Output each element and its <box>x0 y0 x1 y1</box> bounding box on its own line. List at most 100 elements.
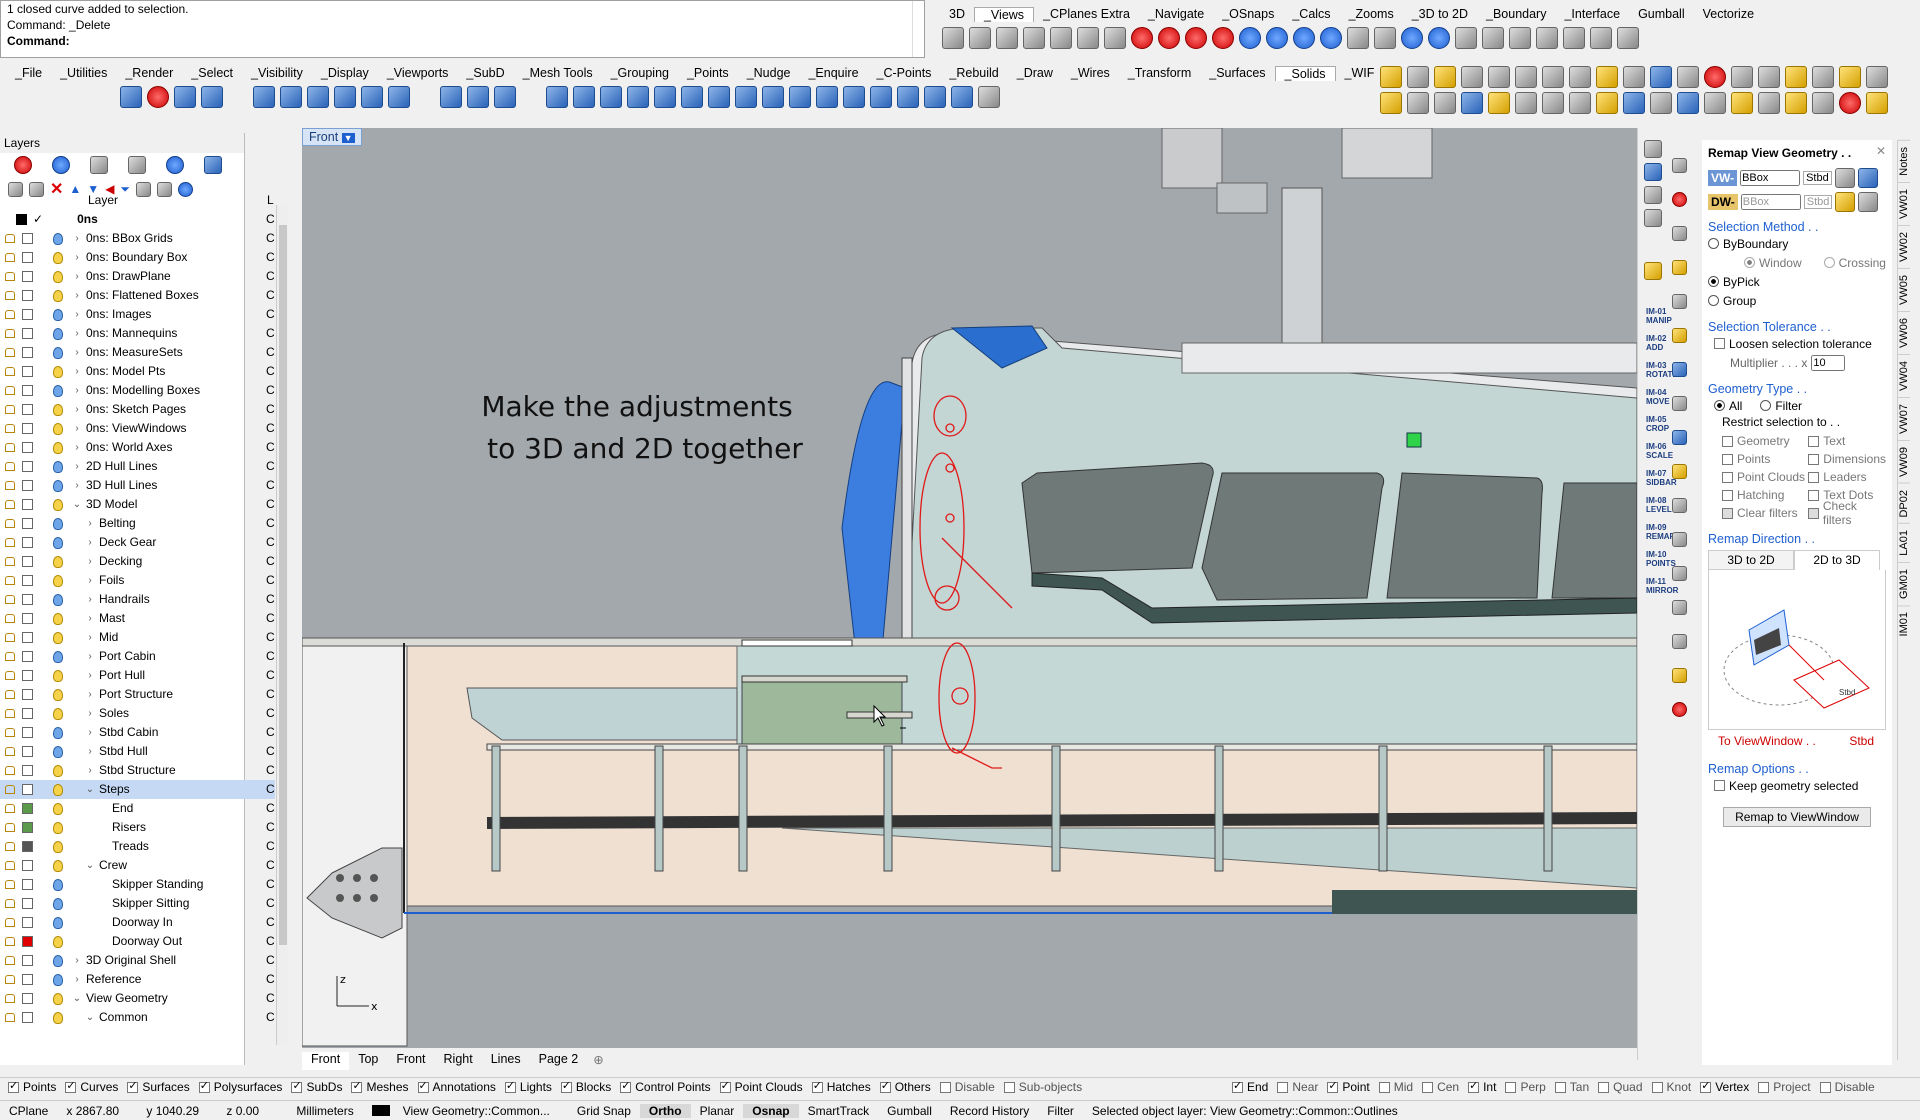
layer-color-swatch[interactable] <box>22 746 33 757</box>
status-cplane[interactable]: CPlane <box>0 1104 57 1118</box>
type-filter-option[interactable]: Hatching <box>1722 486 1808 504</box>
layer-row[interactable]: › Stbd Structure C <box>0 761 275 780</box>
tool-icon[interactable] <box>1672 294 1687 309</box>
tool-icon[interactable] <box>1758 92 1780 114</box>
layer-row[interactable]: › Foils C <box>0 571 275 590</box>
display-tab-icon[interactable] <box>52 156 70 174</box>
visibility-bulb-icon[interactable] <box>53 365 63 378</box>
layer-material-col[interactable]: C <box>266 457 275 476</box>
type-filter-checkbox[interactable] <box>1722 435 1733 447</box>
layer-color-swatch[interactable] <box>22 461 33 472</box>
filter-checkbox[interactable] <box>291 1079 303 1093</box>
layer-material-col[interactable]: C <box>266 780 275 799</box>
visibility-bulb-icon[interactable] <box>53 916 63 929</box>
im-button[interactable]: IM-10 POINTS <box>1646 550 1676 573</box>
filter-checkbox[interactable] <box>1327 1079 1339 1093</box>
filter-option[interactable]: Surfaces <box>127 1079 190 1094</box>
light-icon[interactable] <box>1596 66 1618 88</box>
filter-option[interactable]: Points <box>8 1079 56 1094</box>
tool-icon[interactable] <box>1563 27 1585 49</box>
filter-option[interactable]: Mid <box>1378 1080 1413 1094</box>
red-1-icon[interactable] <box>1131 27 1153 49</box>
layer-color-swatch[interactable] <box>22 575 33 586</box>
main-tab[interactable]: _Select <box>182 66 242 80</box>
group-radio[interactable] <box>1708 295 1719 306</box>
display-icon[interactable] <box>1644 163 1662 181</box>
expand-icon[interactable]: › <box>71 229 83 248</box>
lock-icon[interactable] <box>5 291 15 300</box>
status-smarttrack[interactable]: SmartTrack <box>799 1104 879 1118</box>
layer-row[interactable]: › 0ns: MeasureSets C <box>0 343 275 362</box>
expand-icon[interactable]: › <box>71 362 83 381</box>
right-vertical-tab[interactable]: DP02 <box>1898 482 1910 524</box>
filter-checkbox[interactable] <box>1003 1081 1015 1093</box>
filter-checkbox[interactable] <box>1422 1081 1434 1093</box>
layer-material-col[interactable]: C <box>266 875 275 894</box>
filter-checkbox[interactable] <box>351 1079 363 1093</box>
solid-tool-icon[interactable] <box>627 86 649 108</box>
tool-icon[interactable] <box>1482 27 1504 49</box>
rpc-tab-icon[interactable] <box>204 156 222 174</box>
main-tab[interactable]: _Enquire <box>799 66 867 80</box>
visibility-bulb-icon[interactable] <box>53 631 63 644</box>
lock-icon[interactable] <box>5 329 15 338</box>
tool-icon[interactable] <box>1380 66 1402 88</box>
tool-icon[interactable] <box>1672 260 1687 275</box>
filter-checkbox[interactable] <box>1758 1081 1770 1093</box>
filter-checkbox[interactable] <box>504 1079 516 1093</box>
view-icon[interactable] <box>1050 27 1072 49</box>
layer-color-swatch[interactable] <box>22 594 33 605</box>
layer-row[interactable]: › 0ns: World Axes C <box>0 438 275 457</box>
filter-checkbox[interactable] <box>417 1079 429 1093</box>
layer-color-swatch[interactable] <box>22 898 33 909</box>
status-planar[interactable]: Planar <box>691 1104 744 1118</box>
layer-material-col[interactable]: C <box>266 818 275 837</box>
expand-icon[interactable]: › <box>84 723 96 742</box>
layer-row[interactable]: › 2D Hull Lines C <box>0 457 275 476</box>
type-filter-checkbox[interactable] <box>1722 453 1733 465</box>
expand-icon[interactable]: › <box>71 951 83 970</box>
tool-icon[interactable] <box>1672 668 1687 683</box>
layer-material-col[interactable]: C <box>266 761 275 780</box>
layer-material-col[interactable]: C <box>266 590 275 609</box>
top-tab[interactable]: _3D to 2D <box>1403 7 1477 21</box>
tool-icon[interactable] <box>1542 92 1564 114</box>
top-tab[interactable]: _OSnaps <box>1213 7 1283 21</box>
layer-color-swatch[interactable] <box>22 518 33 529</box>
expand-icon[interactable]: › <box>71 248 83 267</box>
filter-checkbox[interactable] <box>1819 1081 1831 1093</box>
visibility-bulb-icon[interactable] <box>53 802 63 815</box>
command-prompt[interactable]: Command: <box>1 33 924 49</box>
tool-icon[interactable] <box>1758 66 1780 88</box>
visibility-bulb-icon[interactable] <box>53 346 63 359</box>
type-filter-checkbox[interactable] <box>1722 489 1733 501</box>
zoom-icon[interactable] <box>1515 66 1537 88</box>
layer-row[interactable]: Doorway Out C <box>0 932 275 951</box>
layer-row[interactable]: › 0ns: BBox Grids C <box>0 229 275 248</box>
layer-material-col[interactable]: C <box>266 571 275 590</box>
filter-checkbox[interactable] <box>198 1079 210 1093</box>
main-tab[interactable]: _Wires <box>1062 66 1119 80</box>
filter-option[interactable]: Sub-objects <box>1003 1080 1082 1094</box>
red-2-icon[interactable] <box>1158 27 1180 49</box>
solid-tool-icon[interactable] <box>573 86 595 108</box>
layer-color-swatch[interactable] <box>22 784 33 795</box>
lock-icon[interactable] <box>5 386 15 395</box>
layer-material-col[interactable]: C <box>266 685 275 704</box>
tool-icon[interactable] <box>1596 92 1618 114</box>
top-tab[interactable]: _Zooms <box>1340 7 1403 21</box>
tool-icon[interactable] <box>1617 27 1639 49</box>
layer-row[interactable]: › 0ns: Flattened Boxes C <box>0 286 275 305</box>
expand-icon[interactable]: › <box>71 438 83 457</box>
type-filter-checkbox[interactable] <box>1808 435 1820 447</box>
status-layer[interactable]: View Geometry::Common... <box>363 1104 568 1118</box>
top-tab[interactable]: _CPlanes Extra <box>1034 7 1139 21</box>
layer-row[interactable]: ⌄ 3D Model C <box>0 495 275 514</box>
tool-icon[interactable] <box>1407 92 1429 114</box>
viewport-tab[interactable]: Right <box>435 1052 482 1070</box>
layer-row[interactable]: › Stbd Hull C <box>0 742 275 761</box>
tool-icon[interactable] <box>1672 158 1687 173</box>
main-tab[interactable]: _WIF <box>1336 66 1384 80</box>
lock-icon[interactable] <box>5 785 15 794</box>
layer-row[interactable]: › Decking C <box>0 552 275 571</box>
